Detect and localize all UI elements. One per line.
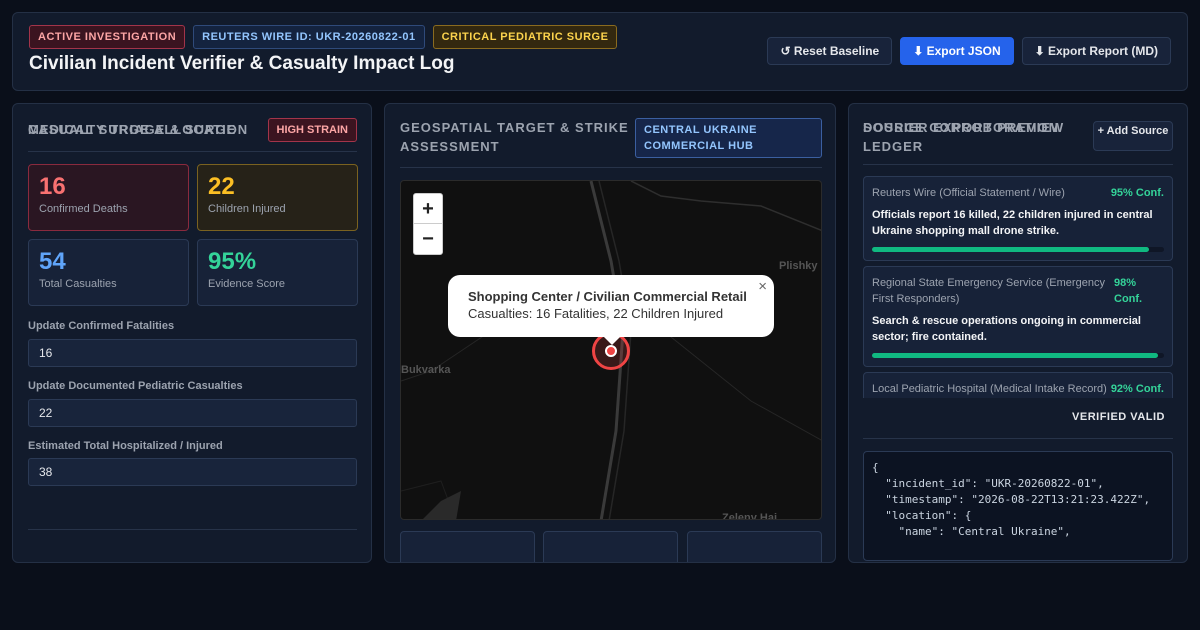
strain-badge: HIGH STRAIN <box>267 118 357 142</box>
stat-value: 22 <box>208 173 235 200</box>
stat-value: 95% <box>208 248 257 275</box>
strike-map[interactable]: + − Plishky Bukvarka Zeleny Hai Shopping… <box>400 180 822 520</box>
surge-divider <box>28 529 357 530</box>
export-json-button[interactable]: ⬇ Export JSON <box>900 37 1014 65</box>
casualty-triage-panel: CASUALTY TRIAGE & SURGE HIGH STRAIN 16 C… <box>12 103 372 563</box>
map-label-plishky: Plishky <box>779 260 818 272</box>
stat-label: Total Casualties <box>39 278 117 290</box>
confidence-fill <box>872 247 1150 252</box>
zoom-in-button[interactable]: + <box>414 194 442 224</box>
stat-evidence-score: 95% Evidence Score <box>197 239 358 306</box>
badge-wire-id: REUTERS WIRE ID: UKR-20260822-01 <box>193 25 425 49</box>
geo-summary-card <box>687 531 822 562</box>
stat-children-injured: 22 Children Injured <box>197 164 358 231</box>
ledger-divider <box>863 164 1173 165</box>
export-report-button[interactable]: ⬇ Export Report (MD) <box>1021 37 1171 65</box>
popup-subtitle: Casualties: 16 Fatalities, 22 Children I… <box>468 306 724 321</box>
geo-divider <box>400 167 822 168</box>
map-popup: Shopping Center / Civilian Commercial Re… <box>448 275 774 337</box>
stat-label: Children Injured <box>208 203 286 215</box>
triage-divider <box>28 151 357 152</box>
stat-label: Evidence Score <box>208 278 286 290</box>
fatalities-field-label: Update Confirmed Fatalities <box>28 320 175 332</box>
stat-value: 16 <box>39 173 66 200</box>
popup-close-icon[interactable]: × <box>758 278 767 295</box>
geo-title: GEOSPATIAL TARGET & STRIKE ASSESSMENT <box>400 120 629 154</box>
status-badges: ACTIVE INVESTIGATION REUTERS WIRE ID: UK… <box>29 25 618 49</box>
zoom-controls: + − <box>413 193 443 255</box>
confidence-fill <box>872 353 1159 358</box>
stat-label: Confirmed Deaths <box>39 203 128 215</box>
hospitalized-input[interactable] <box>28 458 357 486</box>
dossier-json-preview[interactable]: { "incident_id": "UKR-20260822-01", "tim… <box>863 451 1173 561</box>
pediatric-input[interactable] <box>28 399 357 427</box>
geospatial-panel: GEOSPATIAL TARGET & STRIKE ASSESSMENT CE… <box>384 103 836 563</box>
stat-total-casualties: 54 Total Casualties <box>28 239 189 306</box>
medical-surge-title: MEDICAL SURGE ALLOCATION <box>28 122 249 137</box>
pediatric-field-label: Update Documented Pediatric Casualties <box>28 380 243 392</box>
add-source-button[interactable]: + Add Source <box>1093 121 1173 151</box>
confidence-bar <box>872 247 1164 252</box>
header-actions: ↺ Reset Baseline ⬇ Export JSON ⬇ Export … <box>767 37 1171 65</box>
source-card[interactable]: Reuters Wire (Official Statement / Wire)… <box>863 176 1173 261</box>
map-label-bukvarka: Bukvarka <box>401 364 451 376</box>
dossier-divider <box>863 438 1173 439</box>
source-ledger-panel: SOURCE CORROBORATION LEDGER + Add Source… <box>848 103 1188 563</box>
popup-title: Shopping Center / Civilian Commercial Re… <box>468 289 747 304</box>
source-list[interactable]: Reuters Wire (Official Statement / Wire)… <box>863 176 1173 398</box>
location-badge: CENTRAL UKRAINE COMMERCIAL HUB <box>635 118 822 158</box>
badge-active-investigation: ACTIVE INVESTIGATION <box>29 25 186 49</box>
source-card[interactable]: Local Pediatric Hospital (Medical Intake… <box>863 372 1173 398</box>
confidence-bar <box>872 353 1164 358</box>
source-statement: Search & rescue operations ongoing in co… <box>872 315 1141 343</box>
map-label-zeleny-hai: Zeleny Hai <box>722 512 778 520</box>
page-title: Civilian Incident Verifier & Casualty Im… <box>29 53 455 74</box>
source-card[interactable]: Regional State Emergency Service (Emerge… <box>863 266 1173 367</box>
stat-confirmed-deaths: 16 Confirmed Deaths <box>28 164 189 231</box>
dossier-status: VERIFIED VALID <box>1072 411 1165 423</box>
marker-dot <box>605 345 617 357</box>
fatalities-input[interactable] <box>28 339 357 367</box>
dossier-title: DOSSIER EXPORT PREVIEW <box>863 120 1065 135</box>
geo-summary-card <box>400 531 535 562</box>
popup-tip <box>602 335 622 345</box>
source-confidence: 98% Conf. <box>1114 277 1143 305</box>
page-header: ACTIVE INVESTIGATION REUTERS WIRE ID: UK… <box>12 12 1188 91</box>
geo-summary-card <box>543 531 678 562</box>
reset-baseline-button[interactable]: ↺ Reset Baseline <box>767 37 893 65</box>
badge-pediatric-surge: CRITICAL PEDIATRIC SURGE <box>432 25 618 49</box>
hospitalized-field-label: Estimated Total Hospitalized / Injured <box>28 440 223 452</box>
stat-value: 54 <box>39 248 66 275</box>
source-name: Regional State Emergency Service (Emerge… <box>872 277 1105 305</box>
app-root: ACTIVE INVESTIGATION REUTERS WIRE ID: UK… <box>0 0 1200 630</box>
source-confidence: 95% Conf. <box>1110 187 1164 199</box>
source-confidence: 92% Conf. <box>1110 383 1164 395</box>
zoom-out-button[interactable]: − <box>414 224 442 254</box>
source-statement: Officials report 16 killed, 22 children … <box>872 209 1153 237</box>
